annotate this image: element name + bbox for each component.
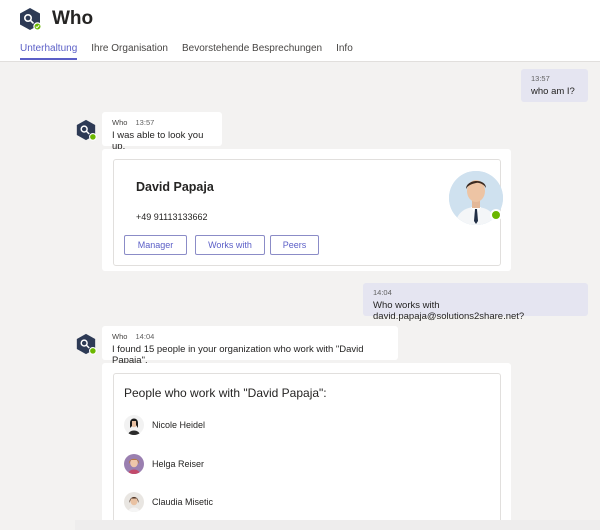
message-timestamp: 14:04	[135, 332, 155, 341]
people-card-container: People who work with "David Papaja": Nic…	[102, 363, 511, 530]
my-message-bubble[interactable]: 13:57 who am I?	[521, 69, 588, 102]
person-list-item[interactable]: Helga Reiser	[124, 453, 204, 475]
my-message-bubble[interactable]: 14:04 Who works with david.papaja@soluti…	[363, 283, 588, 322]
person-list-item[interactable]: Claudia Misetic	[124, 491, 213, 513]
message-meta: Who 13:57	[112, 118, 212, 127]
message-text: Who works with david.papaja@solutions2sh…	[373, 300, 525, 322]
person-name: Helga Reiser	[152, 459, 205, 469]
presence-available-icon	[490, 209, 502, 221]
avatar	[124, 454, 144, 474]
tab-info[interactable]: Info	[336, 43, 353, 60]
who-bot-avatar-icon	[76, 119, 97, 141]
works-with-button[interactable]: Works with	[195, 235, 265, 255]
person-name: Claudia Misetic	[152, 497, 214, 507]
person-portrait-icon	[124, 454, 144, 474]
who-bot-hexagon-icon[interactable]	[18, 7, 42, 31]
message-timestamp: 13:57	[135, 118, 155, 127]
profile-card-container: David Papaja +49 91113133662 Manager Wor…	[102, 149, 511, 271]
message-sender: Who	[112, 118, 128, 127]
message-timestamp: 13:57	[531, 74, 550, 83]
person-portrait-icon	[124, 492, 144, 512]
profile-card: David Papaja +49 91113133662 Manager Wor…	[113, 159, 503, 266]
tab-bar: Unterhaltung Ihre Organisation Bevorsteh…	[20, 43, 367, 60]
message-sender: Who	[112, 332, 128, 341]
person-portrait-icon	[124, 415, 144, 435]
person-name: Nicole Heidel	[152, 420, 206, 430]
bot-message-bubble[interactable]: Who 13:57 I was able to look you up.	[102, 112, 222, 152]
message-timestamp: 14:04	[373, 288, 392, 297]
manager-button[interactable]: Manager	[124, 235, 187, 255]
message-text: who am I?	[531, 86, 575, 97]
tab-bevorstehende-besprechungen[interactable]: Bevorstehende Besprechungen	[182, 43, 322, 60]
tab-unterhaltung[interactable]: Unterhaltung	[20, 43, 78, 60]
avatar	[124, 415, 144, 435]
person-phone[interactable]: +49 91113133662	[136, 212, 208, 222]
people-card-title: People who work with "David Papaja":	[124, 386, 327, 400]
person-list-item[interactable]: Nicole Heidel	[124, 414, 205, 436]
message-meta: Who 14:04	[112, 332, 388, 341]
chat-header: Who Unterhaltung Ihre Organisation Bevor…	[0, 0, 600, 62]
bot-message-bubble[interactable]: Who 14:04 I found 15 people in your orga…	[102, 326, 398, 366]
people-card: People who work with "David Papaja": Nic…	[113, 373, 501, 530]
who-bot-avatar-icon	[76, 333, 97, 355]
compose-area-edge	[75, 520, 600, 530]
peers-button[interactable]: Peers	[270, 235, 319, 255]
person-name: David Papaja	[136, 180, 214, 194]
app-title: Who	[52, 8, 94, 29]
avatar	[124, 492, 144, 512]
tab-ihre-organisation[interactable]: Ihre Organisation	[91, 43, 168, 60]
